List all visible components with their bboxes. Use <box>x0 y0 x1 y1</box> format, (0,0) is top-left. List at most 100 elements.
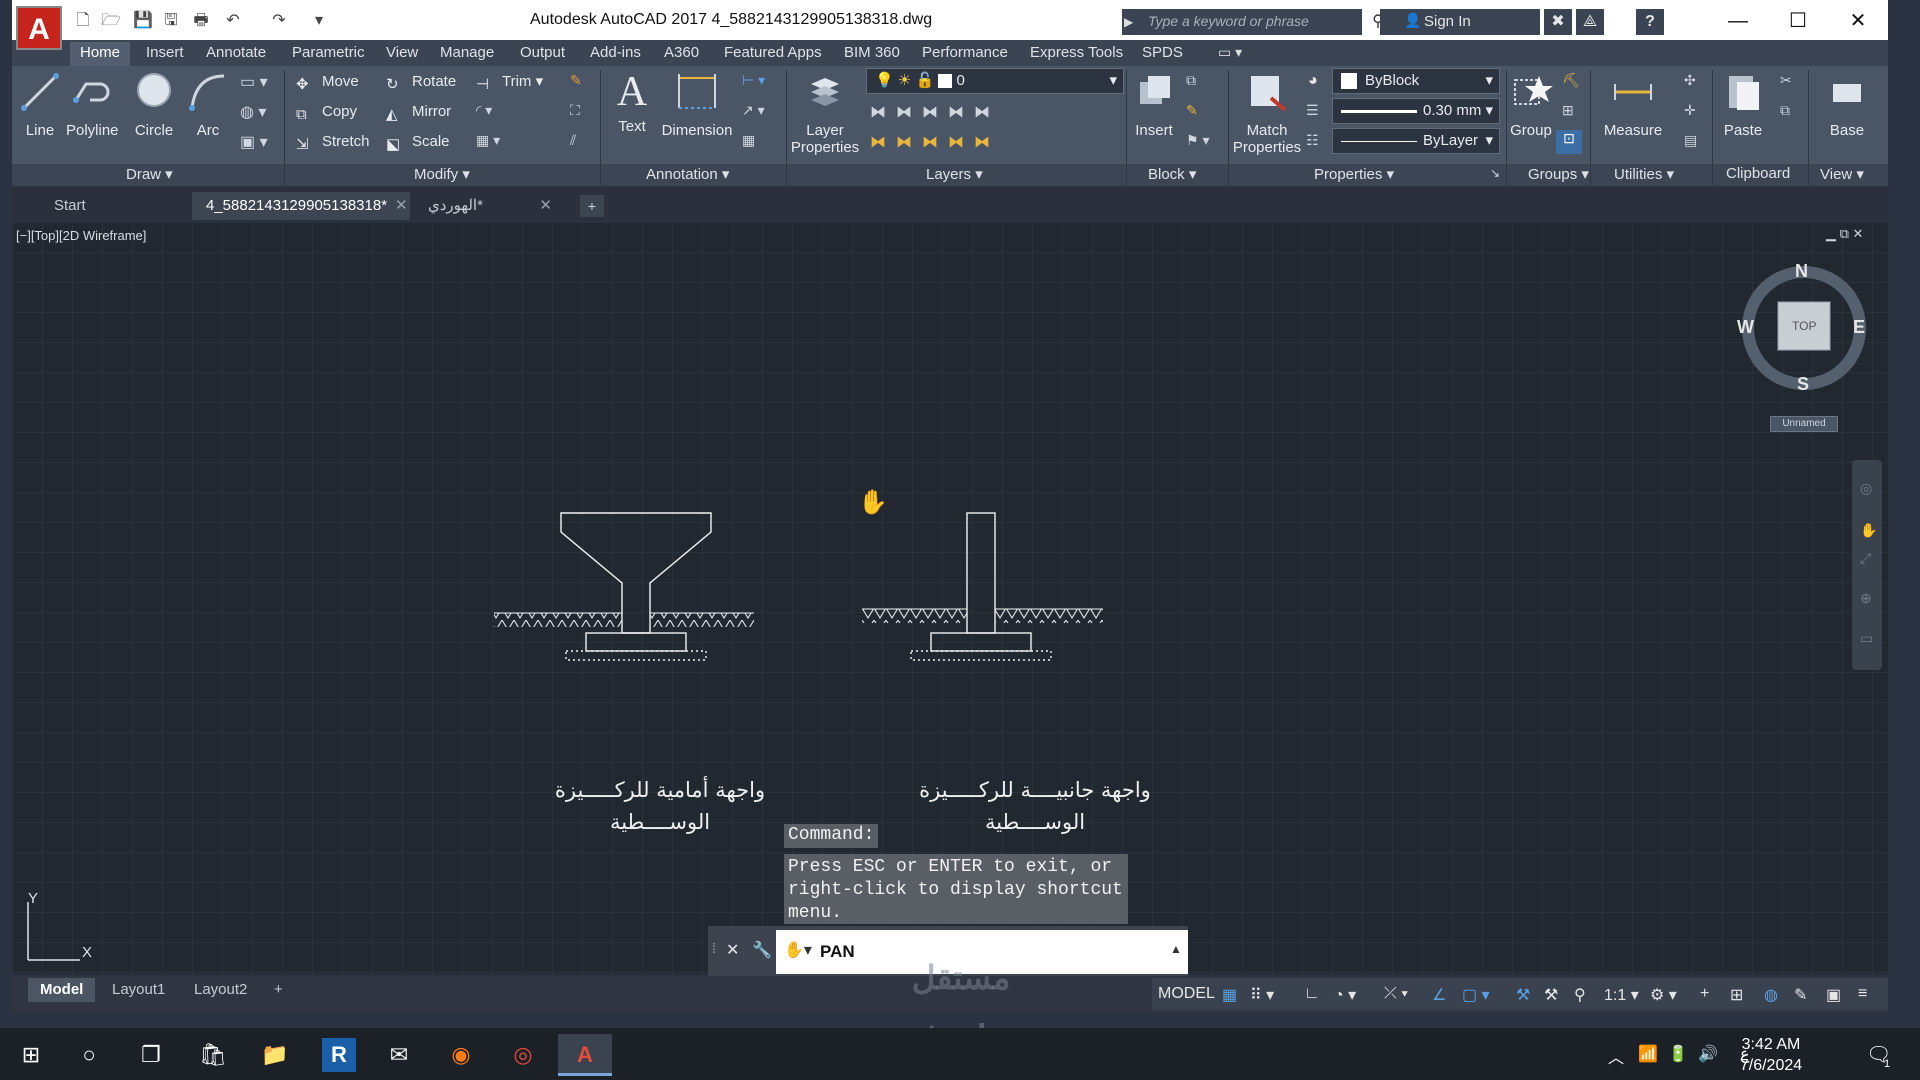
annotation-scale-icon[interactable]: ⚲ <box>1574 985 1586 1005</box>
file-explorer-icon[interactable]: 📁 <box>248 1034 302 1076</box>
layout-tab-layout1[interactable]: Layout1 <box>100 978 177 1002</box>
close-tab-icon[interactable]: ✕ <box>539 192 552 220</box>
command-customize-icon[interactable]: 🔧 <box>752 940 772 960</box>
edit-block-icon[interactable]: ✎ <box>1186 102 1198 119</box>
fillet-icon[interactable]: ◜ ▾ <box>476 102 492 119</box>
a360-icon[interactable]: ⟁ <box>1576 9 1604 35</box>
compass-south[interactable]: S <box>1797 374 1809 395</box>
group-selection-toggle-icon[interactable]: ⊡ <box>1556 130 1582 154</box>
layer-tools-row-1[interactable]: ⧓⧓⧓⧓⧓ <box>870 102 1000 122</box>
id-point-icon[interactable]: ✛ <box>1684 102 1696 119</box>
minimize-button[interactable]: — <box>1712 4 1764 38</box>
pan-nav-icon[interactable]: ✋ <box>1860 522 1877 539</box>
tab-parametric[interactable]: Parametric <box>282 42 375 66</box>
customization-menu-icon[interactable]: ≡ <box>1858 985 1867 1003</box>
dimension-tool[interactable]: Dimension <box>660 70 734 139</box>
move-tool[interactable]: ✥ Move <box>296 70 359 94</box>
scale-tool[interactable]: ⬕ Scale <box>386 130 450 154</box>
search-input[interactable]: Type a keyword or phrase <box>1122 9 1362 35</box>
groups-panel-label[interactable]: Groups ▾ <box>1528 165 1589 183</box>
compass-east[interactable]: E <box>1853 317 1865 338</box>
auto-scale-icon[interactable]: ⚒ <box>1544 985 1558 1005</box>
tab-manage[interactable]: Manage <box>430 42 504 66</box>
base-view-tool[interactable]: Base <box>1822 70 1872 139</box>
new-tab-plus-icon[interactable]: + <box>580 195 604 217</box>
circle-tool[interactable]: Circle <box>130 70 178 139</box>
mirror-tool[interactable]: ◭ Mirror <box>386 100 451 124</box>
hardware-acceleration-icon[interactable]: ◍ <box>1764 985 1778 1005</box>
command-close-icon[interactable]: ✕ <box>726 940 739 960</box>
show-hidden-icons[interactable]: ︿ <box>1608 1044 1624 1068</box>
tab-annotate[interactable]: Annotate <box>196 42 276 66</box>
close-tab-icon[interactable]: ✕ <box>395 197 408 214</box>
line-tool[interactable]: Line <box>18 70 62 139</box>
attribute-icon[interactable]: ⚑ ▾ <box>1186 132 1209 149</box>
layer-properties-tool[interactable]: Layer Properties <box>790 70 860 156</box>
revit-icon[interactable]: R <box>322 1038 356 1072</box>
file-tab-start[interactable]: Start <box>40 192 190 220</box>
clipboard-panel-label[interactable]: Clipboard <box>1726 165 1790 182</box>
layout-tab-model[interactable]: Model <box>28 978 96 1002</box>
orbit-icon[interactable]: ⊕ <box>1860 590 1872 607</box>
volume-icon[interactable]: 🔊 <box>1698 1044 1718 1064</box>
array-icon[interactable]: ▦ ▾ <box>476 132 500 149</box>
tab-view[interactable]: View <box>376 42 428 66</box>
ungroup-icon[interactable]: ⛏ <box>1562 72 1580 89</box>
help-icon[interactable]: ? <box>1636 9 1664 35</box>
utilities-panel-label[interactable]: Utilities ▾ <box>1614 165 1674 183</box>
paste-tool[interactable]: Paste <box>1718 70 1768 139</box>
isodraft-icon[interactable]: ⤫ ▾ <box>1384 985 1408 1003</box>
color-dropdown[interactable]: ByBlock ▾ <box>1332 68 1500 94</box>
command-line-grip-icon[interactable]: ⁞ <box>712 940 716 956</box>
annotation-panel-label[interactable]: Annotation ▾ <box>646 165 729 183</box>
calculator-icon[interactable]: ▤ <box>1684 132 1697 149</box>
isolate-objects-icon[interactable]: ✎ <box>1794 985 1807 1005</box>
store-icon[interactable]: 🛍 <box>186 1034 240 1076</box>
viewcube-face-top[interactable]: TOP <box>1792 319 1816 333</box>
save-icon[interactable]: 💾 <box>132 10 154 32</box>
tab-insert[interactable]: Insert <box>136 42 194 66</box>
exchange-apps-icon[interactable]: ✖ <box>1544 9 1572 35</box>
tab-featured-apps[interactable]: Featured Apps <box>714 42 832 66</box>
command-history-toggle-icon[interactable]: ▲ <box>1170 942 1182 956</box>
insert-block-tool[interactable]: Insert <box>1130 70 1178 139</box>
annotation-visibility-icon[interactable]: ⚒ <box>1516 985 1530 1005</box>
ribbon-display-toggle-icon[interactable]: ▭ ▾ <box>1218 44 1242 61</box>
viewport-controls-label[interactable]: [−][Top][2D Wireframe] <box>16 228 146 243</box>
erase-icon[interactable]: ✎ <box>570 72 582 89</box>
draw-panel-label[interactable]: Draw ▾ <box>126 165 173 183</box>
block-panel-label[interactable]: Block ▾ <box>1148 165 1196 183</box>
application-menu-button[interactable]: A <box>16 6 62 50</box>
group-tool[interactable]: Group <box>1508 70 1554 139</box>
tab-output[interactable]: Output <box>510 42 575 66</box>
polar-tracking-icon[interactable]: ◔ ▾ <box>1334 985 1356 1005</box>
lineweight-icon[interactable]: ☰ <box>1306 102 1319 119</box>
cortana-search-icon[interactable]: ○ <box>62 1034 116 1076</box>
compass-north[interactable]: N <box>1795 261 1808 282</box>
view-panel-label[interactable]: View ▾ <box>1820 165 1864 183</box>
steering-wheel-icon[interactable]: ◎ <box>1860 480 1872 497</box>
taskbar-clock[interactable]: 3:42 AM 7/6/2024 <box>1716 1034 1826 1076</box>
workspace-gear-icon[interactable]: ⚙ ▾ <box>1650 985 1677 1005</box>
object-snap-tracking-icon[interactable]: ∠ <box>1432 985 1446 1005</box>
linetype-icon[interactable]: ☷ <box>1306 132 1319 149</box>
group-edit-icon[interactable]: ⊞ <box>1562 102 1574 119</box>
tab-a360[interactable]: A360 <box>654 42 709 66</box>
maximize-button[interactable]: ☐ <box>1772 4 1824 38</box>
network-icon[interactable]: 📶 <box>1638 1044 1658 1064</box>
text-tool[interactable]: A Text <box>610 70 654 135</box>
quick-select-icon[interactable]: ✣ <box>1684 72 1696 89</box>
redo-icon[interactable]: ↷ <box>268 10 290 32</box>
stretch-tool[interactable]: ⇲ Stretch <box>296 130 370 154</box>
rectangle-icon[interactable]: ▭ ▾ <box>240 72 268 92</box>
layer-dropdown[interactable]: 💡 ☀ 🔓 0 ▾ <box>866 68 1124 94</box>
new-file-icon[interactable]: 🗋 <box>72 10 94 32</box>
close-button[interactable]: ✕ <box>1832 4 1884 38</box>
clean-screen-icon[interactable]: ▣ <box>1826 985 1841 1005</box>
tab-performance[interactable]: Performance <box>912 42 1018 66</box>
viewport-window-controls[interactable]: ▁ ⧉ ✕ <box>1826 226 1863 242</box>
layers-panel-label[interactable]: Layers ▾ <box>926 165 983 183</box>
annotation-scale-value[interactable]: 1:1 ▾ <box>1604 985 1639 1005</box>
polyline-tool[interactable]: Polyline <box>66 70 119 139</box>
region-icon[interactable]: ▣ ▾ <box>240 132 268 152</box>
